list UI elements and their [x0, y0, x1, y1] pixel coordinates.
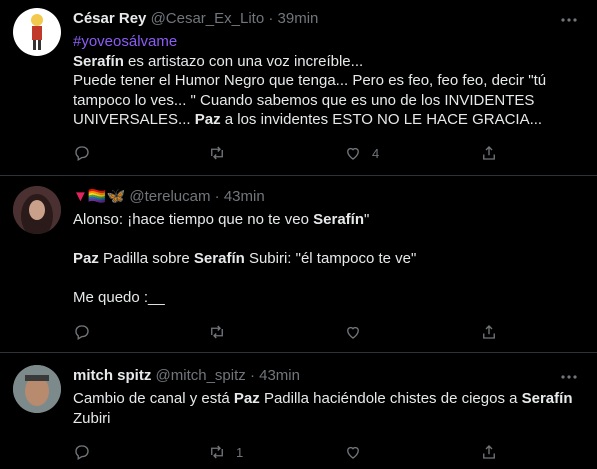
- reply-button[interactable]: [73, 442, 91, 462]
- tweet-line: tampoco lo ves... " Cuando sabemos que e…: [73, 91, 583, 111]
- retweet-icon: [211, 325, 223, 339]
- action-bar: 1: [73, 442, 503, 462]
- user-handle[interactable]: @mitch_spitz: [156, 367, 246, 384]
- tweet-line: Me quedo :__: [73, 288, 583, 308]
- user-name[interactable]: César Rey: [73, 10, 146, 27]
- text-segment: es artistazo con una voz increíble...: [123, 52, 364, 70]
- share-button[interactable]: [480, 143, 498, 163]
- text-segment: Zubiri: [73, 409, 111, 427]
- more-icon[interactable]: [559, 10, 579, 30]
- user-handle[interactable]: @Cesar_Ex_Lito: [151, 10, 265, 27]
- tweet-line: Serafín es artistazo con una voz increíb…: [73, 52, 583, 72]
- tweet-1[interactable]: César Rey @Cesar_Ex_Lito · 39min #yoveos…: [0, 0, 597, 175]
- like-button[interactable]: [344, 322, 372, 342]
- like-icon: [347, 446, 359, 459]
- more-icon[interactable]: [559, 367, 579, 387]
- text-segment: tampoco lo ves... " Cuando sabemos que e…: [73, 91, 535, 109]
- share-icon: [483, 146, 495, 160]
- tweet-lines: Cambio de canal y está Paz Padilla hacié…: [73, 389, 583, 428]
- retweet-icon: [211, 146, 223, 160]
- timestamp[interactable]: 39min: [278, 10, 319, 27]
- text-segment: Alonso: ¡hace tiempo que no te veo: [73, 211, 314, 228]
- bold-term: Serafín: [313, 211, 365, 228]
- separator: ·: [268, 10, 274, 27]
- separator: ·: [214, 188, 220, 205]
- avatar[interactable]: [13, 186, 61, 234]
- retweet-count: 1: [236, 444, 244, 460]
- like-icon: [347, 326, 359, 339]
- share-icon: [483, 445, 495, 459]
- separator: ·: [249, 367, 255, 384]
- tweet-line: Paz Padilla sobre Serafín Subiri: "él ta…: [73, 249, 583, 269]
- retweet-icon: [211, 445, 223, 459]
- tweet-line: Puede tener el Humor Negro que tenga... …: [73, 71, 583, 91]
- tweet-2[interactable]: ▼🏳️‍🌈🦋 @terelucam · 43min Alonso: ¡hace …: [0, 176, 597, 351]
- text-segment: a los invidentes ESTO NO LE HACE GRACIA.…: [220, 111, 543, 128]
- tweet-line: Alonso: ¡hace tiempo que no te veo Seraf…: [73, 210, 583, 230]
- share-button[interactable]: [480, 442, 498, 462]
- reply-icon: [75, 325, 89, 340]
- like-button[interactable]: 4: [344, 143, 379, 163]
- like-button[interactable]: [344, 442, 372, 462]
- text-segment: UNIVERSALES...: [73, 111, 195, 128]
- reply-icon: [75, 146, 89, 161]
- tweet-lines: Alonso: ¡hace tiempo que no te veo Seraf…: [73, 210, 583, 308]
- tweet-text: #yoveosálvame Serafín es artistazo con u…: [73, 32, 583, 130]
- tweet-3[interactable]: mitch spitz @mitch_spitz · 43min Cambio …: [0, 353, 597, 469]
- text-segment: Subiri: "él tampoco te ve": [244, 250, 417, 267]
- user-handle[interactable]: @terelucam: [129, 188, 210, 205]
- reply-icon: [75, 445, 89, 460]
- tweet-text: Cambio de canal y está Paz Padilla hacié…: [73, 389, 583, 428]
- tweet-line: UNIVERSALES... Paz a los invidentes ESTO…: [73, 110, 583, 130]
- retweet-button[interactable]: [208, 322, 236, 342]
- text-segment: Cambio de canal y está: [73, 390, 234, 407]
- like-count: 4: [372, 145, 380, 161]
- timestamp[interactable]: 43min: [259, 367, 300, 384]
- action-bar: [73, 322, 503, 342]
- avatar[interactable]: [13, 365, 61, 413]
- text-segment: Me quedo :__: [73, 289, 165, 306]
- action-bar: 4: [73, 143, 503, 163]
- reply-button[interactable]: [73, 143, 91, 163]
- user-name[interactable]: mitch spitz: [73, 367, 151, 384]
- text-segment: ": [364, 211, 370, 228]
- bold-term: Paz: [233, 390, 260, 407]
- text-segment: Puede tener el Humor Negro que tenga... …: [73, 72, 547, 89]
- bold-term: Serafín: [521, 390, 573, 407]
- like-icon: [347, 147, 359, 160]
- text-segment: Padilla sobre: [98, 250, 194, 267]
- bold-term: Paz: [194, 111, 221, 128]
- hashtag-link[interactable]: #yoveosálvame: [73, 33, 177, 50]
- user-name-emoji[interactable]: ▼🏳️‍🌈🦋: [73, 188, 125, 205]
- text-segment: Padilla haciéndole chistes de ciegos a: [259, 390, 522, 407]
- share-button[interactable]: [480, 322, 498, 342]
- bold-term: Paz: [73, 250, 99, 267]
- retweet-button[interactable]: 1: [208, 442, 243, 462]
- timestamp[interactable]: 43min: [224, 188, 265, 205]
- tweet-lines: Serafín es artistazo con una voz increíb…: [73, 52, 583, 130]
- share-icon: [483, 325, 495, 339]
- bold-term: Serafín: [193, 250, 245, 267]
- reply-button[interactable]: [73, 322, 91, 342]
- tweet-text: Alonso: ¡hace tiempo que no te veo Seraf…: [73, 210, 583, 308]
- bold-term: Serafín: [73, 52, 124, 70]
- avatar[interactable]: [13, 8, 61, 56]
- tweet-line: Zubiri: [73, 409, 583, 429]
- retweet-button[interactable]: [208, 143, 236, 163]
- tweet-line: Cambio de canal y está Paz Padilla hacié…: [73, 389, 583, 409]
